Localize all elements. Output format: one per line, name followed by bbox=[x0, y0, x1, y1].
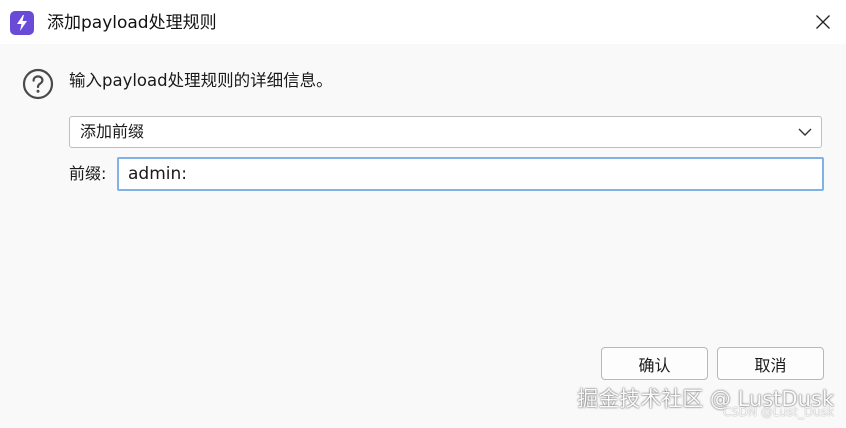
prefix-label: 前缀: bbox=[69, 164, 107, 183]
rule-type-select[interactable]: 添加前缀 bbox=[69, 116, 822, 148]
app-lightning-icon bbox=[10, 11, 34, 35]
rule-type-selected-value: 添加前缀 bbox=[80, 122, 145, 141]
dialog-window: 添加payload处理规则 输入payload处理规则的详细信息。 添加前缀 前… bbox=[0, 0, 846, 428]
cancel-button[interactable]: 取消 bbox=[717, 347, 824, 380]
close-button[interactable] bbox=[800, 0, 846, 44]
watermark-small-text: CSDN @Lust_Dusk bbox=[722, 405, 834, 419]
title-bar: 添加payload处理规则 bbox=[0, 0, 846, 44]
window-title: 添加payload处理规则 bbox=[47, 13, 217, 33]
help-question-icon bbox=[22, 68, 54, 100]
chevron-down-icon bbox=[798, 128, 812, 136]
close-icon bbox=[816, 15, 830, 29]
prefix-input[interactable] bbox=[117, 157, 824, 191]
dialog-message: 输入payload处理规则的详细信息。 bbox=[69, 71, 333, 90]
ok-button[interactable]: 确认 bbox=[601, 347, 708, 380]
